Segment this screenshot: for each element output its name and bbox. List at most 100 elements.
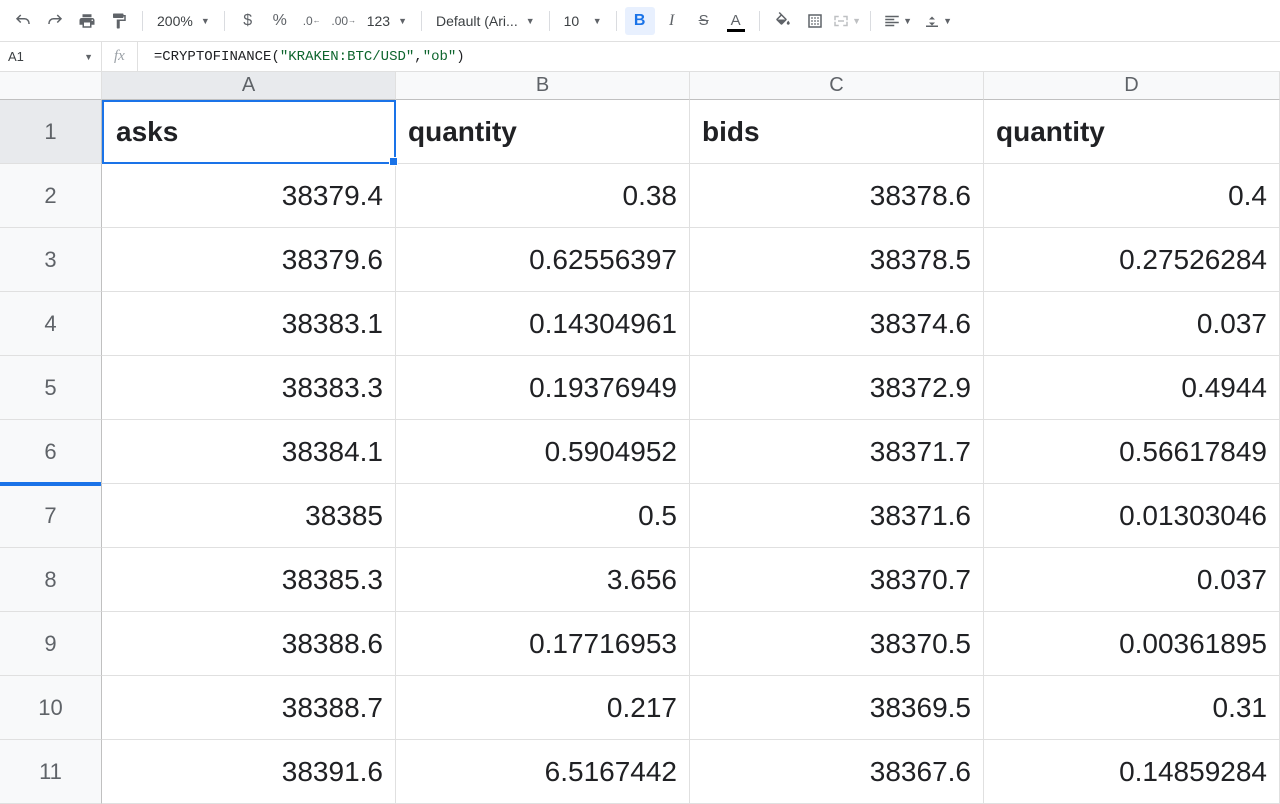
italic-button[interactable]: I	[657, 7, 687, 35]
cell-c8[interactable]: 38370.7	[690, 548, 984, 612]
undo-button[interactable]	[8, 7, 38, 35]
font-family-dropdown[interactable]: Default (Ari... ▼	[430, 7, 541, 35]
zoom-dropdown[interactable]: 200% ▼	[151, 7, 216, 35]
row-header-2[interactable]: 2	[0, 164, 102, 228]
currency-button[interactable]: $	[233, 7, 263, 35]
toolbar-separator	[421, 11, 422, 31]
grid-row: 2 38379.4 0.38 38378.6 0.4	[0, 164, 1280, 228]
cell-b4[interactable]: 0.14304961	[396, 292, 690, 356]
cell-b6[interactable]: 0.5904952	[396, 420, 690, 484]
formula-text: =CRYPTOFINANCE(	[154, 49, 280, 65]
cell-b9[interactable]: 0.17716953	[396, 612, 690, 676]
cell-c7[interactable]: 38371.6	[690, 484, 984, 548]
grid-row: 9 38388.6 0.17716953 38370.5 0.00361895	[0, 612, 1280, 676]
cell-d11[interactable]: 0.14859284	[984, 740, 1280, 804]
cell-d4[interactable]: 0.037	[984, 292, 1280, 356]
row-header-5[interactable]: 5	[0, 356, 102, 420]
cell-a10[interactable]: 38388.7	[102, 676, 396, 740]
cell-d6[interactable]: 0.56617849	[984, 420, 1280, 484]
cell-a4[interactable]: 38383.1	[102, 292, 396, 356]
toolbar-separator	[759, 11, 760, 31]
cell-c5[interactable]: 38372.9	[690, 356, 984, 420]
cell-c3[interactable]: 38378.5	[690, 228, 984, 292]
cell-d7[interactable]: 0.01303046	[984, 484, 1280, 548]
font-size-dropdown[interactable]: 10 ▼	[558, 7, 608, 35]
borders-button[interactable]	[800, 7, 830, 35]
row-header-1[interactable]: 1	[0, 100, 102, 164]
cell-d2[interactable]: 0.4	[984, 164, 1280, 228]
cell-d10[interactable]: 0.31	[984, 676, 1280, 740]
toolbar-separator	[870, 11, 871, 31]
column-header-d[interactable]: D	[984, 72, 1280, 100]
cell-c2[interactable]: 38378.6	[690, 164, 984, 228]
fill-color-button[interactable]	[768, 7, 798, 35]
name-box[interactable]: A1 ▼	[0, 42, 102, 71]
vertical-align-button[interactable]: ▼	[919, 7, 957, 35]
row-header-6[interactable]: 6	[0, 420, 102, 484]
cell-b10[interactable]: 0.217	[396, 676, 690, 740]
row-header-4[interactable]: 4	[0, 292, 102, 356]
cell-b2[interactable]: 0.38	[396, 164, 690, 228]
row-header-10[interactable]: 10	[0, 676, 102, 740]
cell-a9[interactable]: 38388.6	[102, 612, 396, 676]
select-all-corner[interactable]	[0, 72, 102, 100]
cell-a5[interactable]: 38383.3	[102, 356, 396, 420]
cell-b1[interactable]: quantity	[396, 100, 690, 164]
cell-b11[interactable]: 6.5167442	[396, 740, 690, 804]
toolbar-separator	[142, 11, 143, 31]
text-color-button[interactable]: A	[721, 7, 751, 35]
cell-d5[interactable]: 0.4944	[984, 356, 1280, 420]
cell-c11[interactable]: 38367.6	[690, 740, 984, 804]
cell-c10[interactable]: 38369.5	[690, 676, 984, 740]
cell-a3[interactable]: 38379.6	[102, 228, 396, 292]
row-header-11[interactable]: 11	[0, 740, 102, 804]
grid-row: 6 38384.1 0.5904952 38371.7 0.56617849	[0, 420, 1280, 484]
cell-a11[interactable]: 38391.6	[102, 740, 396, 804]
cell-d8[interactable]: 0.037	[984, 548, 1280, 612]
cell-b8[interactable]: 3.656	[396, 548, 690, 612]
print-button[interactable]	[72, 7, 102, 35]
cell-a8[interactable]: 38385.3	[102, 548, 396, 612]
decrease-decimal-button[interactable]: .0←	[297, 7, 327, 35]
row-header-9[interactable]: 9	[0, 612, 102, 676]
percent-button[interactable]: %	[265, 7, 295, 35]
cell-a7[interactable]: 38385	[102, 484, 396, 548]
font-family-value: Default (Ari...	[436, 13, 518, 29]
increase-decimal-button[interactable]: .00→	[329, 7, 359, 35]
grid-row: 1 asks quantity bids quantity	[0, 100, 1280, 164]
cell-b7[interactable]: 0.5	[396, 484, 690, 548]
cell-c1[interactable]: bids	[690, 100, 984, 164]
toolbar-separator	[616, 11, 617, 31]
cell-d9[interactable]: 0.00361895	[984, 612, 1280, 676]
horizontal-align-button[interactable]: ▼	[879, 7, 917, 35]
row-header-7[interactable]: 7	[0, 484, 102, 548]
zoom-value: 200%	[157, 13, 193, 29]
cell-d1[interactable]: quantity	[984, 100, 1280, 164]
chevron-down-icon: ▼	[593, 16, 602, 26]
bold-button[interactable]: B	[625, 7, 655, 35]
column-header-c[interactable]: C	[690, 72, 984, 100]
paint-format-button[interactable]	[104, 7, 134, 35]
cell-c9[interactable]: 38370.5	[690, 612, 984, 676]
merge-cells-button[interactable]: ▼	[832, 7, 862, 35]
more-formats-dropdown[interactable]: 123 ▼	[361, 7, 413, 35]
cell-c6[interactable]: 38371.7	[690, 420, 984, 484]
formula-text: )	[456, 49, 464, 65]
row-header-8[interactable]: 8	[0, 548, 102, 612]
row-header-3[interactable]: 3	[0, 228, 102, 292]
cell-a6[interactable]: 38384.1	[102, 420, 396, 484]
cell-a2[interactable]: 38379.4	[102, 164, 396, 228]
cell-a1[interactable]: asks	[102, 100, 396, 164]
name-box-value: A1	[8, 49, 24, 64]
cell-d3[interactable]: 0.27526284	[984, 228, 1280, 292]
formula-input[interactable]: =CRYPTOFINANCE("KRAKEN:BTC/USD", "ob")	[138, 42, 1280, 71]
chevron-down-icon: ▼	[526, 16, 535, 26]
cell-b5[interactable]: 0.19376949	[396, 356, 690, 420]
column-header-b[interactable]: B	[396, 72, 690, 100]
column-header-a[interactable]: A	[102, 72, 396, 100]
strikethrough-button[interactable]: S	[689, 7, 719, 35]
cell-c4[interactable]: 38374.6	[690, 292, 984, 356]
redo-button[interactable]	[40, 7, 70, 35]
toolbar: 200% ▼ $ % .0← .00→ 123 ▼ Default (Ari..…	[0, 0, 1280, 42]
cell-b3[interactable]: 0.62556397	[396, 228, 690, 292]
